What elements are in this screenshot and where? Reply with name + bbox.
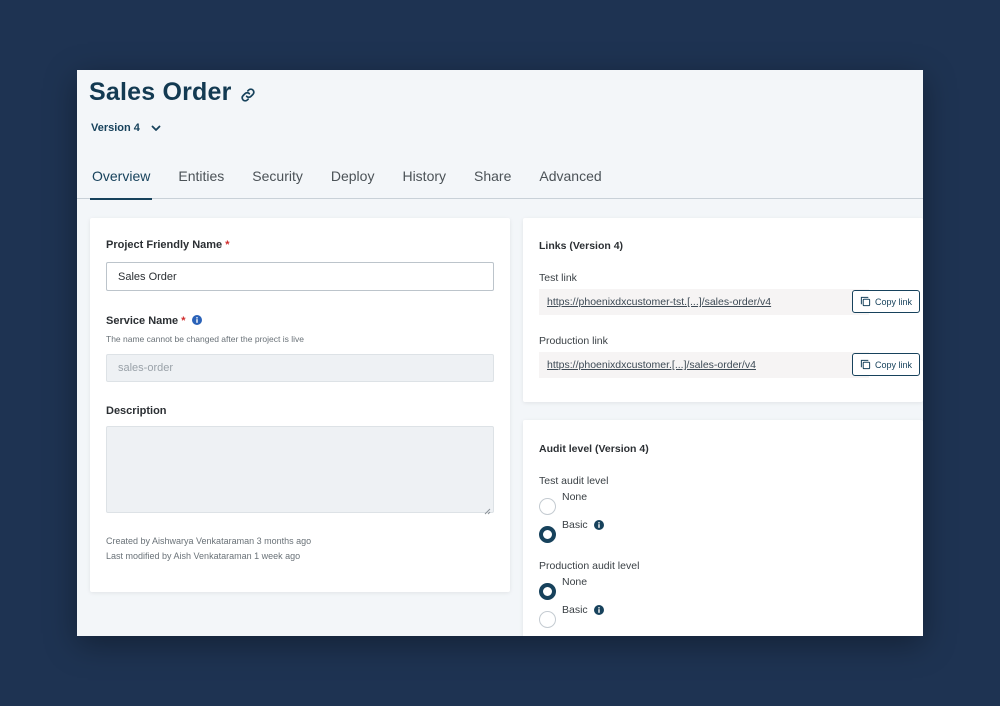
- version-label: Version 4: [91, 122, 140, 134]
- radio-button[interactable]: [539, 611, 556, 628]
- test-link-label: Test link: [539, 272, 577, 284]
- radio-label: Basic: [562, 604, 604, 616]
- radio-label-text: Basic: [562, 604, 588, 616]
- radio-label-text: Basic: [562, 519, 588, 531]
- copy-link-label: Copy link: [874, 359, 912, 370]
- links-title: Links (Version 4): [539, 240, 624, 252]
- required-mark: *: [181, 315, 186, 327]
- tab-deploy[interactable]: Deploy: [331, 162, 375, 199]
- link-icon[interactable]: [240, 87, 258, 105]
- production-link-row: https://phoenixdxcustomer.[...]/sales-or…: [539, 352, 869, 378]
- chevron-down-icon: [150, 122, 162, 134]
- tab-security[interactable]: Security: [252, 162, 303, 199]
- copy-icon: [860, 359, 871, 370]
- resize-handle-icon[interactable]: [483, 502, 491, 515]
- service-name-input: sales-order: [106, 354, 494, 382]
- test-audit-label: Test audit level: [539, 475, 609, 487]
- test-audit-option-none[interactable]: None: [539, 491, 587, 515]
- production-link-url[interactable]: https://phoenixdxcustomer.[...]/sales-or…: [547, 359, 756, 371]
- radio-label-text: None: [562, 576, 588, 588]
- radio-button[interactable]: [539, 498, 556, 515]
- radio-label: None: [562, 576, 587, 588]
- links-card: Links (Version 4) Test link https://phoe…: [523, 218, 923, 402]
- description-textarea[interactable]: [106, 426, 494, 515]
- service-name-label: Service Name *: [106, 315, 202, 327]
- test-audit-option-basic[interactable]: Basic: [539, 519, 604, 543]
- project-details-card: Project Friendly Name * Sales Order Serv…: [90, 218, 510, 592]
- audit-title: Audit level (Version 4): [539, 443, 649, 455]
- production-audit-option-basic[interactable]: Basic: [539, 604, 604, 628]
- info-icon[interactable]: [593, 520, 604, 530]
- tab-bar: Overview Entities Security Deploy Histor…: [77, 162, 923, 200]
- tab-history[interactable]: History: [402, 162, 446, 199]
- audit-level-card: Audit level (Version 4) Test audit level…: [523, 420, 923, 636]
- service-name-hint: The name cannot be changed after the pro…: [106, 334, 304, 344]
- created-by-text: Created by Aishwarya Venkataraman 3 mont…: [106, 536, 312, 546]
- tab-overview[interactable]: Overview: [89, 162, 153, 200]
- production-audit-label: Production audit level: [539, 560, 640, 572]
- modified-by-text: Last modified by Aish Venkataraman 1 wee…: [106, 551, 301, 561]
- radio-button-selected[interactable]: [539, 526, 556, 543]
- info-icon[interactable]: [593, 605, 604, 615]
- service-name-label-text: Service Name: [106, 315, 179, 327]
- app-window: Sales Order Version 4 Overview Entities …: [77, 70, 923, 636]
- copy-link-label: Copy link: [874, 296, 912, 307]
- description-label: Description: [106, 405, 167, 417]
- production-link-label: Production link: [539, 335, 608, 347]
- version-selector[interactable]: Version 4: [91, 122, 162, 134]
- copy-icon: [860, 296, 871, 307]
- copy-production-link-button[interactable]: Copy link: [852, 353, 920, 376]
- friendly-name-label: Project Friendly Name *: [106, 239, 230, 251]
- tab-share[interactable]: Share: [474, 162, 511, 199]
- copy-test-link-button[interactable]: Copy link: [852, 290, 920, 313]
- title-row: Sales Order: [89, 78, 258, 107]
- tab-advanced[interactable]: Advanced: [539, 162, 601, 199]
- friendly-name-label-text: Project Friendly Name: [106, 239, 223, 251]
- page-title: Sales Order: [89, 78, 232, 106]
- tab-entities[interactable]: Entities: [178, 162, 224, 199]
- info-icon[interactable]: [191, 315, 202, 325]
- test-link-row: https://phoenixdxcustomer-tst.[...]/sale…: [539, 289, 869, 315]
- test-link-url[interactable]: https://phoenixdxcustomer-tst.[...]/sale…: [547, 296, 771, 308]
- production-audit-option-none[interactable]: None: [539, 576, 587, 600]
- radio-label-text: None: [562, 491, 588, 503]
- required-mark: *: [225, 239, 230, 251]
- friendly-name-input[interactable]: Sales Order: [106, 262, 494, 291]
- radio-label: Basic: [562, 519, 604, 531]
- radio-label: None: [562, 491, 587, 503]
- radio-button-selected[interactable]: [539, 583, 556, 600]
